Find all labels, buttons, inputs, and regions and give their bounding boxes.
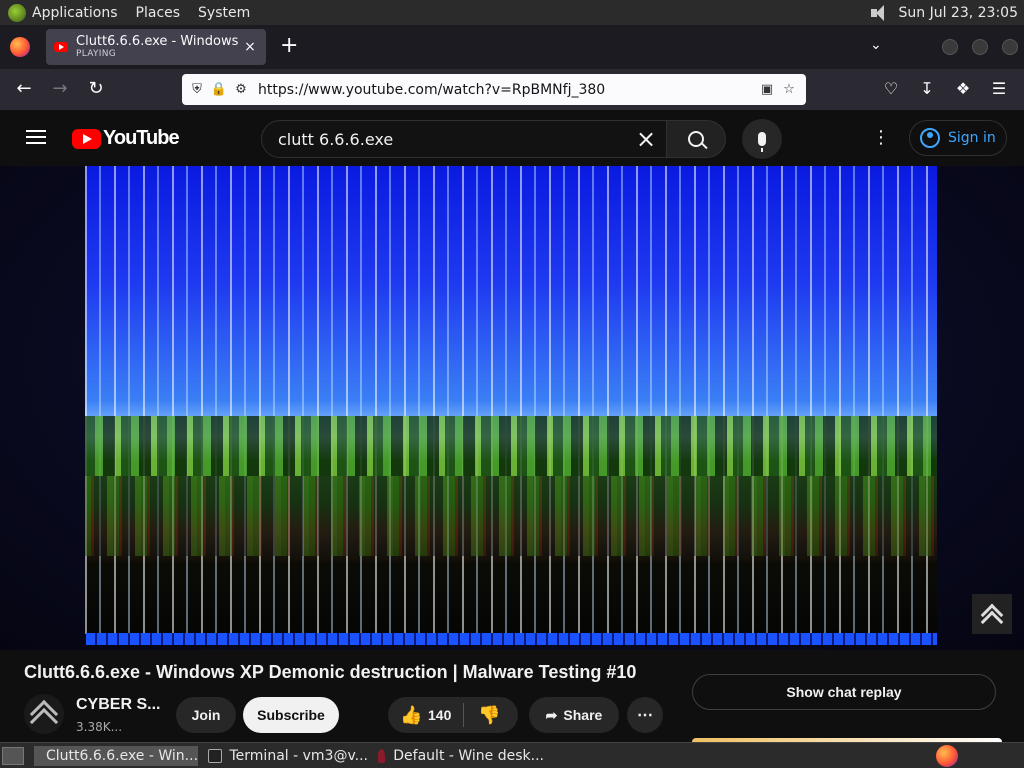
video-title: Clutt6.6.6.exe - Windows XP Demonic dest… [24,662,637,682]
youtube-play-icon [72,128,101,149]
youtube-favicon-icon [54,42,68,52]
lock-icon[interactable]: 🔒 [208,82,230,97]
taskbar: Clutt6.6.6.exe - Win... Terminal - vm3@v… [0,742,1024,768]
video-player[interactable] [85,166,937,634]
terminal-icon [208,749,222,763]
taskbar-item-firefox[interactable]: Clutt6.6.6.exe - Win... [34,746,198,766]
url-text[interactable]: https://www.youtube.com/watch?v=RpBMNfj_… [258,82,756,98]
double-chevron-up-icon [980,603,1004,634]
youtube-header: YouTube clutt 6.6.6.exe × ⋮ Sign in [0,110,1024,166]
window-minimize-button[interactable] [942,39,958,55]
share-arrow-icon: ➦ [545,706,558,723]
back-arrow-icon[interactable]: ← [12,77,36,101]
tray-firefox-icon[interactable] [936,745,958,767]
applications-icon[interactable] [8,3,26,22]
tab-title: Clutt6.6.6.exe - Windows XP [76,34,242,49]
menu-system[interactable]: System [198,5,250,21]
like-dislike-group: 👍 140 👎 [388,697,518,733]
wine-glass-icon [378,749,386,763]
search-button[interactable] [666,120,726,158]
like-thumb-icon[interactable]: 👍 [400,705,422,725]
new-tab-button[interactable]: + [280,35,298,57]
bookmark-star-icon[interactable]: ☆ [778,82,800,97]
watch-page: Clutt6.6.6.exe - Windows XP Demonic dest… [0,166,1024,742]
menu-applications[interactable]: Applications [32,5,118,21]
volume-icon[interactable] [870,4,889,21]
shield-icon[interactable]: ⛨ [186,82,208,97]
tab-strip: Clutt6.6.6.exe - Windows XP PLAYING × + … [0,25,1024,69]
subscribe-button[interactable]: Subscribe [243,697,339,733]
sign-in-button[interactable]: Sign in [909,120,1007,156]
search-icon [688,131,704,147]
tab-close-icon[interactable]: × [242,39,258,55]
video-progress-bar[interactable] [86,633,937,645]
reload-icon[interactable]: ↻ [84,77,108,101]
window-close-button[interactable] [1002,39,1018,55]
tab-list-chevron-icon[interactable]: ⌄ [870,37,882,53]
youtube-logo[interactable]: YouTube [72,127,180,150]
nav-bar: ← → ↻ ⛨ 🔒 ⚙ https://www.youtube.com/watc… [0,69,1024,110]
channel-avatar[interactable] [24,694,64,734]
taskbar-item-wine[interactable]: Default - Wine desk... [374,746,544,766]
clock[interactable]: Sun Jul 23, 23:05 [899,5,1019,21]
more-actions-button[interactable]: ⋯ [627,697,663,733]
user-avatar-icon [920,128,940,148]
voice-search-button[interactable] [742,119,782,159]
browser-tab-active[interactable]: Clutt6.6.6.exe - Windows XP PLAYING × [46,29,266,65]
clear-search-icon[interactable]: × [634,127,658,151]
search-input[interactable]: clutt 6.6.6.exe × [261,120,667,158]
scroll-top-button[interactable] [972,594,1012,634]
url-bar[interactable]: ⛨ 🔒 ⚙ https://www.youtube.com/watch?v=Rp… [182,74,806,105]
guide-menu-icon[interactable] [26,130,46,144]
menu-places[interactable]: Places [136,5,181,21]
channel-name[interactable]: CYBER S... [76,696,160,714]
microphone-icon [758,132,766,152]
like-count[interactable]: 140 [428,707,451,723]
downloads-icon[interactable]: ↧ [916,77,938,101]
picture-in-picture-icon[interactable]: ▣ [756,82,778,97]
search-query[interactable]: clutt 6.6.6.exe [278,130,393,149]
forward-arrow-icon[interactable]: → [48,77,72,101]
top-panel: Applications Places System Sun Jul 23, 2… [0,0,1024,25]
show-chat-replay-button[interactable]: Show chat replay [692,674,996,710]
hamburger-menu-icon[interactable]: ☰ [988,77,1010,101]
taskbar-item-terminal[interactable]: Terminal - vm3@v... [204,746,368,766]
permissions-icon[interactable]: ⚙ [230,82,252,97]
firefox-view-icon[interactable] [10,37,30,57]
subscriber-count: 3.38K... [76,720,123,734]
show-desktop-icon[interactable] [2,746,24,765]
join-button[interactable]: Join [176,697,236,733]
share-button[interactable]: ➦ Share [529,697,619,733]
like-divider [463,703,465,727]
pocket-icon[interactable]: ♡ [880,77,902,101]
dislike-thumb-icon[interactable]: 👎 [478,705,500,725]
window-maximize-button[interactable] [972,39,988,55]
extensions-icon[interactable]: ❖ [952,77,974,101]
settings-kebab-icon[interactable]: ⋮ [872,128,890,148]
tab-status: PLAYING [76,49,117,59]
